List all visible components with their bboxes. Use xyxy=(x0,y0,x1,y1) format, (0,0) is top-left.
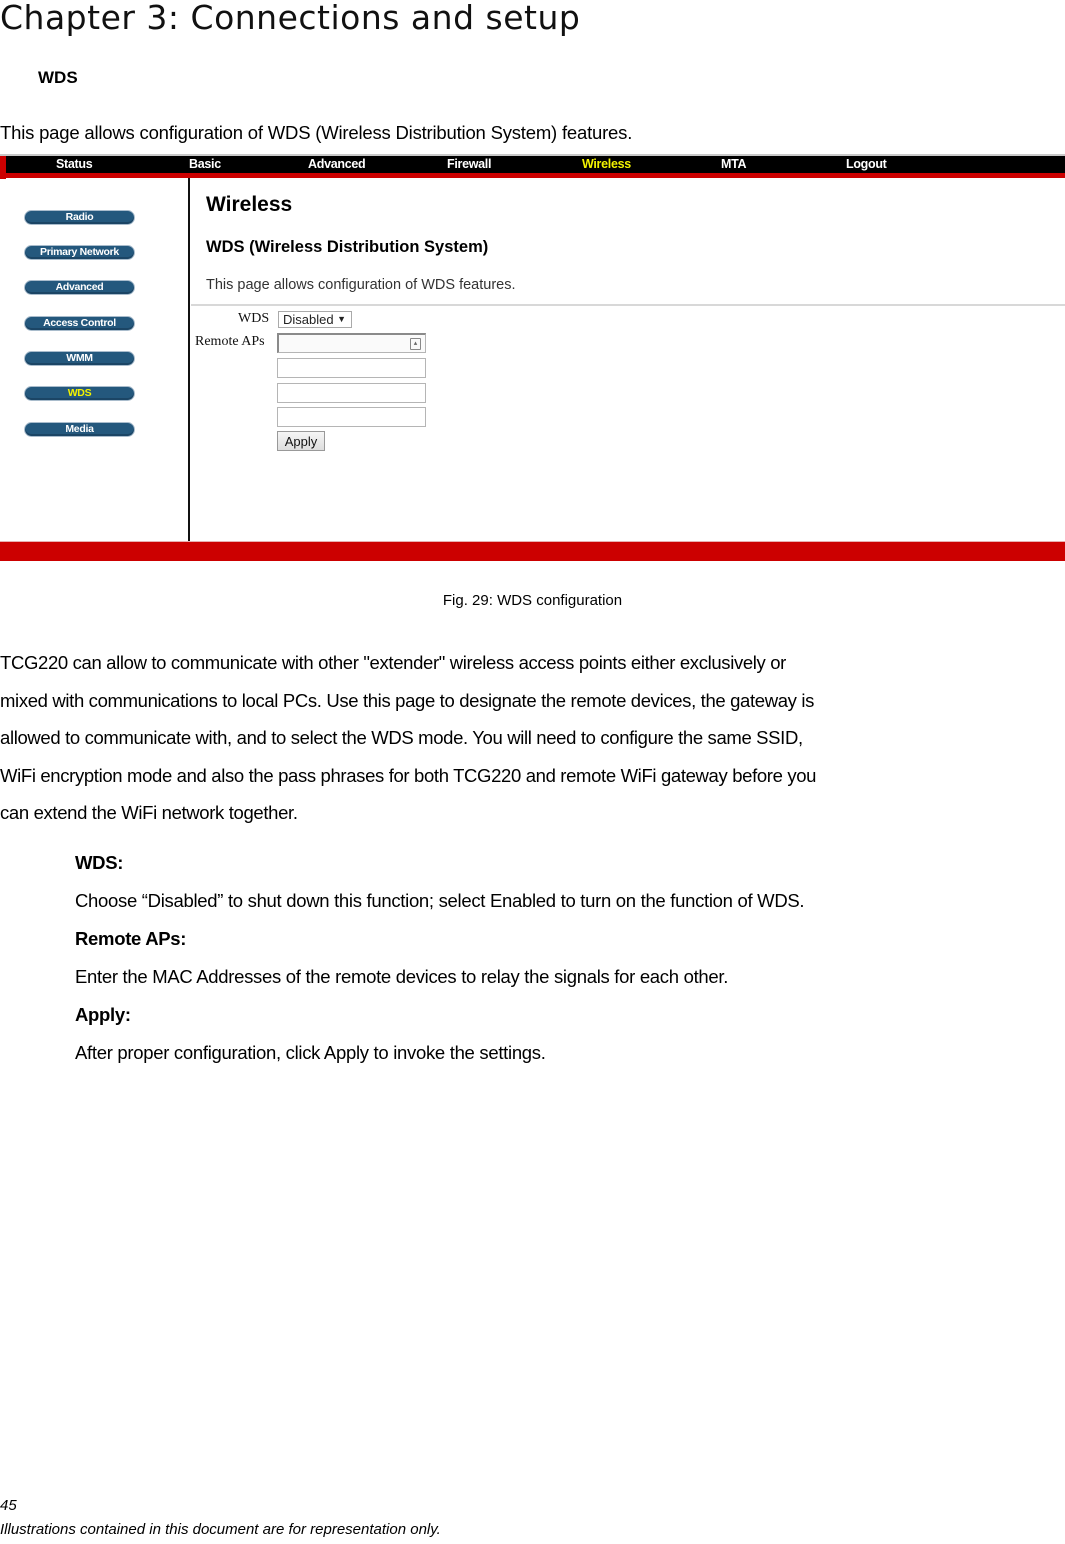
sidebar-item-primary-network[interactable]: Primary Network xyxy=(24,245,135,260)
figure-caption: Fig. 29: WDS configuration xyxy=(442,592,623,609)
page-number: 45 xyxy=(0,1497,17,1514)
definition-term-remote-aps: Remote APs: xyxy=(75,928,187,949)
remote-aps-label: Remote APs xyxy=(195,334,265,349)
section-heading: WDS xyxy=(38,68,78,87)
wds-select-value: Disabled xyxy=(283,312,334,327)
intro-text: This page allows configuration of WDS (W… xyxy=(0,122,633,143)
nav-mta[interactable]: MTA xyxy=(721,157,747,171)
definition-desc-wds: Choose “Disabled” to shut down this func… xyxy=(75,890,805,911)
sidebar-item-media[interactable]: Media xyxy=(24,422,135,437)
footer-note: Illustrations contained in this document… xyxy=(0,1521,441,1538)
apply-button[interactable]: Apply xyxy=(277,431,325,451)
remote-ap-input-4[interactable] xyxy=(277,407,426,427)
body-line: TCG220 can allow to communicate with oth… xyxy=(0,652,786,673)
sidebar-item-radio[interactable]: Radio xyxy=(24,210,135,225)
sidebar-item-wmm[interactable]: WMM xyxy=(24,351,135,366)
panel-title: Wireless xyxy=(206,193,293,216)
body-line: can extend the WiFi network together. xyxy=(0,802,298,824)
nav-advanced[interactable]: Advanced xyxy=(308,157,366,171)
definition-desc-apply: After proper configuration, click Apply … xyxy=(75,1042,546,1063)
dropdown-arrow-icon: ▼ xyxy=(337,314,346,324)
definition-term-wds: WDS: xyxy=(75,852,124,873)
nav-wireless[interactable]: Wireless xyxy=(582,157,631,171)
autofill-icon: ▴ xyxy=(410,338,421,350)
definition-term-apply: Apply: xyxy=(75,1004,131,1025)
remote-ap-input-3[interactable] xyxy=(277,383,426,403)
nav-basic[interactable]: Basic xyxy=(189,157,221,171)
definition-desc-remote-aps: Enter the MAC Addresses of the remote de… xyxy=(75,966,729,987)
nav-firewall[interactable]: Firewall xyxy=(447,157,491,171)
sidebar-item-wds[interactable]: WDS xyxy=(24,386,135,401)
nav-red-stripe xyxy=(0,173,1065,178)
panel-divider xyxy=(191,304,1065,306)
body-paragraph: TCG220 can allow to communicate with oth… xyxy=(0,644,1065,832)
body-line: WiFi encryption mode and also the pass p… xyxy=(0,764,817,786)
sidebar-item-access-control[interactable]: Access Control xyxy=(24,316,135,331)
panel-description: This page allows configuration of WDS fe… xyxy=(206,277,516,293)
wds-select[interactable]: Disabled ▼ xyxy=(278,311,352,328)
body-line: allowed to communicate with, and to sele… xyxy=(0,727,803,749)
sidebar-item-advanced[interactable]: Advanced xyxy=(24,280,135,295)
nav-logout[interactable]: Logout xyxy=(846,157,887,171)
router-ui-screenshot: Status Basic Advanced Firewall Wireless … xyxy=(0,154,1065,561)
panel-subtitle: WDS (Wireless Distribution System) xyxy=(206,238,489,256)
sidebar-divider xyxy=(188,178,190,541)
wds-label: WDS xyxy=(238,311,270,326)
chapter-title: Chapter 3: Connections and setup xyxy=(0,0,581,37)
footer-red-bar xyxy=(0,541,1065,561)
body-line: mixed with communications to local PCs. … xyxy=(0,689,815,711)
nav-status[interactable]: Status xyxy=(56,157,93,171)
remote-ap-input-1[interactable]: ▴ xyxy=(277,333,426,353)
remote-ap-input-2[interactable] xyxy=(277,358,426,378)
